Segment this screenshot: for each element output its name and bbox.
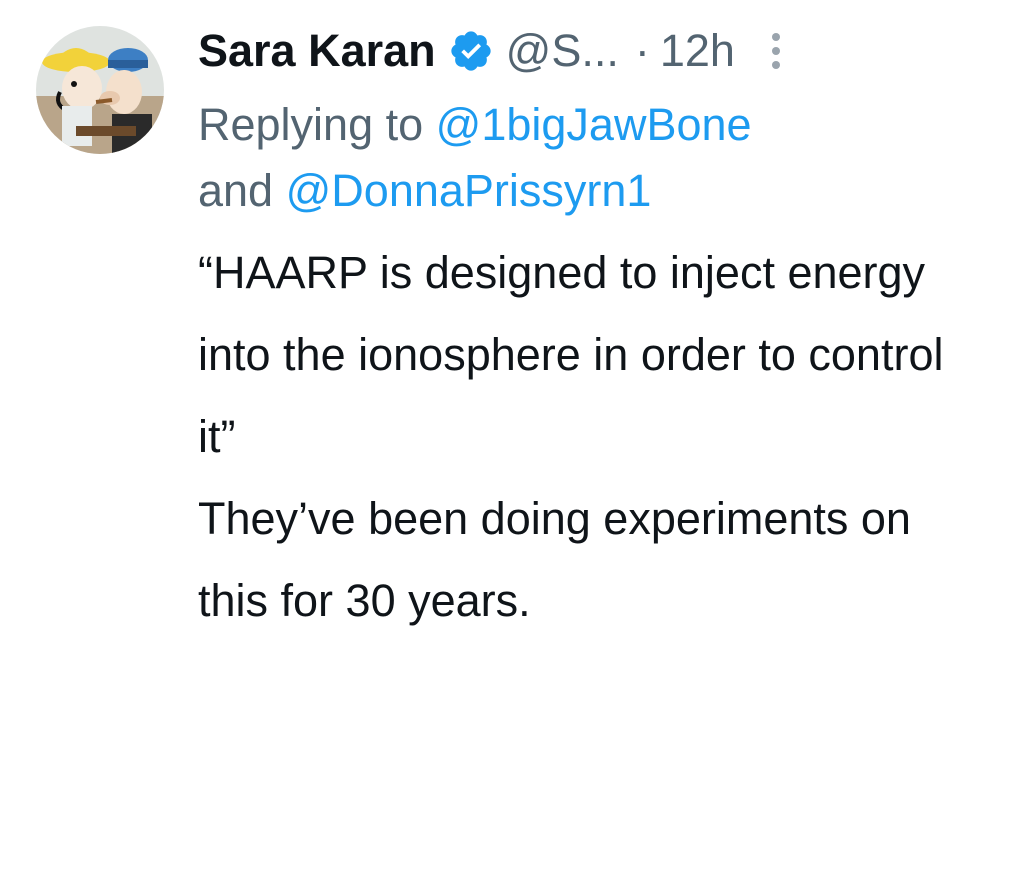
- tweet[interactable]: Sara Karan @S... · 12h Replying to @1big: [0, 0, 1024, 894]
- tweet-text: “HAARP is designed to inject energy into…: [198, 232, 958, 642]
- replying-to-join: and: [198, 165, 274, 216]
- tweet-header: Sara Karan @S... · 12h: [198, 18, 988, 84]
- replying-to-label: Replying to: [198, 99, 424, 150]
- author-handle[interactable]: @S...: [506, 18, 619, 84]
- more-options-button[interactable]: [761, 21, 791, 81]
- tweet-text-comment: They’ve been doing experiments on this f…: [198, 493, 911, 626]
- reply-mention-2[interactable]: @DonnaPrissyrn1: [286, 165, 652, 216]
- tweet-timestamp[interactable]: 12h: [660, 18, 735, 84]
- tweet-text-quote: “HAARP is designed to inject energy into…: [198, 247, 944, 462]
- avatar[interactable]: [36, 26, 164, 154]
- more-vertical-icon: [771, 33, 780, 69]
- author-display-name[interactable]: Sara Karan: [198, 18, 436, 84]
- replying-to: Replying to @1bigJawBone and @DonnaPriss…: [198, 92, 988, 224]
- reply-mention-1[interactable]: @1bigJawBone: [436, 99, 752, 150]
- cartoon-avatar-icon: [36, 26, 164, 154]
- separator-dot: ·: [634, 25, 650, 76]
- tweet-content: Sara Karan @S... · 12h Replying to @1big: [198, 18, 988, 642]
- verified-badge-icon: [448, 28, 494, 74]
